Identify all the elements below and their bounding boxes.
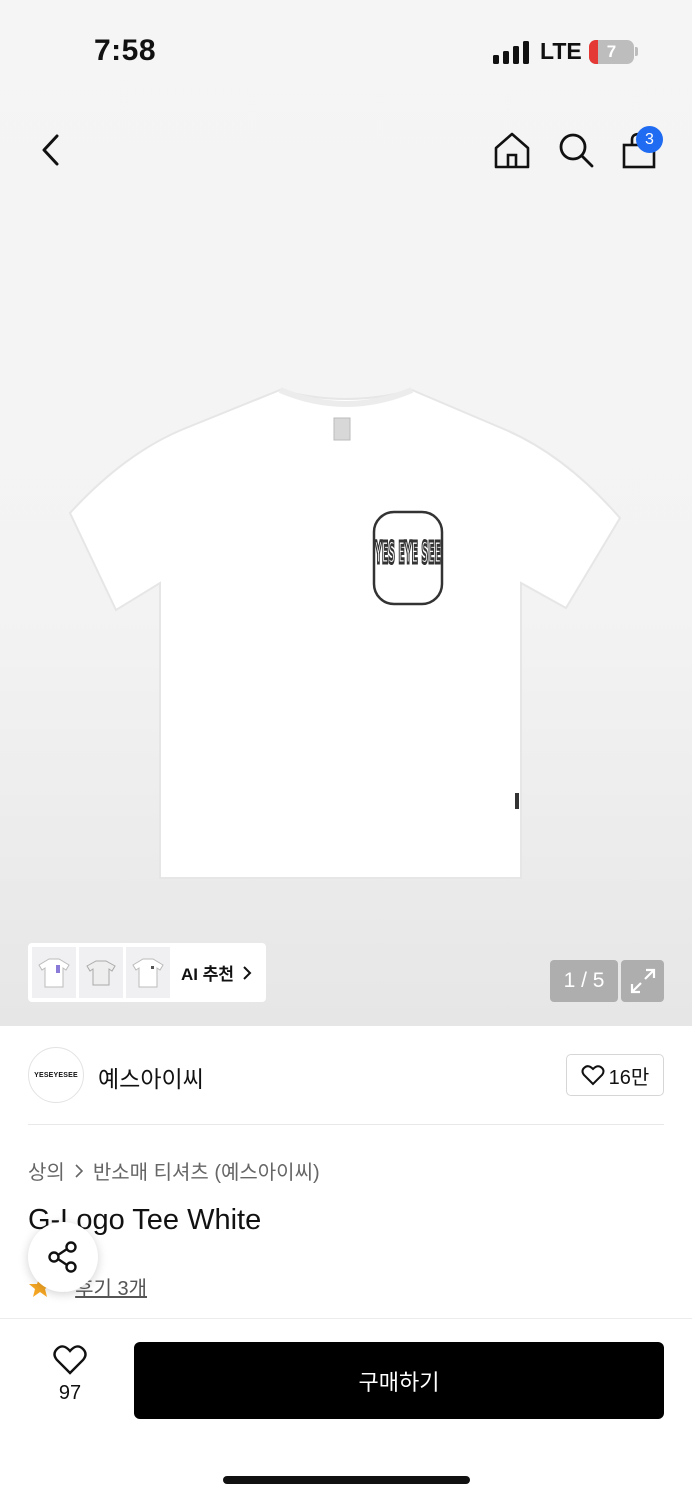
signal-icon xyxy=(493,40,529,64)
home-button[interactable] xyxy=(490,128,534,172)
buy-button[interactable]: 구매하기 xyxy=(134,1342,664,1419)
chevron-right-icon xyxy=(243,965,252,980)
chevron-right-icon xyxy=(75,1163,83,1178)
battery-icon: 7 xyxy=(589,40,634,64)
breadcrumb: 상의 반소매 티셔츠 (예스아이씨) xyxy=(28,1156,320,1185)
bottom-bar-divider xyxy=(0,1318,692,1319)
share-icon xyxy=(48,1241,77,1273)
battery-tip xyxy=(635,47,638,56)
product-image[interactable]: YES EYE SEE xyxy=(66,378,626,888)
clock: 7:58 xyxy=(94,34,157,67)
ai-recommendation-panel[interactable]: AI 추천 xyxy=(28,943,266,1002)
brand-name[interactable]: 예스아이씨 xyxy=(98,1060,204,1094)
battery-level: 7 xyxy=(606,42,617,61)
expand-icon xyxy=(630,968,655,994)
back-button[interactable] xyxy=(28,128,72,172)
network-label: LTE xyxy=(540,38,582,64)
reco-thumbnail[interactable] xyxy=(79,947,123,998)
cart-count-badge: 3 xyxy=(636,126,663,153)
search-button[interactable] xyxy=(554,128,598,172)
chevron-left-icon xyxy=(42,134,59,166)
divider xyxy=(28,1124,664,1125)
print-text: YES EYE SEE xyxy=(375,536,441,571)
brand-like-button[interactable]: 16만 xyxy=(566,1054,664,1096)
status-bar: 7:58 LTE 7 xyxy=(0,0,692,100)
heart-icon xyxy=(581,1065,605,1086)
brand-logo[interactable]: YESEYESEE xyxy=(28,1047,84,1103)
home-icon xyxy=(494,132,530,169)
brand-logo-text: YESEYESEE xyxy=(34,1071,78,1079)
brand-like-count: 16만 xyxy=(608,1066,650,1089)
home-indicator xyxy=(223,1476,470,1484)
heart-icon xyxy=(53,1345,87,1375)
reco-thumbnail[interactable] xyxy=(32,947,76,998)
breadcrumb-category[interactable]: 상의 xyxy=(28,1156,65,1185)
share-button[interactable] xyxy=(28,1222,98,1292)
wishlist-button[interactable]: 97 xyxy=(40,1344,100,1414)
image-counter: 1 / 5 xyxy=(550,960,618,1002)
reco-label: AI 추천 xyxy=(181,965,235,984)
breadcrumb-subcategory[interactable]: 반소매 티셔츠 (예스아이씨) xyxy=(93,1156,320,1185)
wishlist-count: 97 xyxy=(58,1382,82,1404)
expand-button[interactable] xyxy=(621,960,664,1002)
reco-thumbnail[interactable] xyxy=(126,947,170,998)
search-icon xyxy=(559,133,594,168)
